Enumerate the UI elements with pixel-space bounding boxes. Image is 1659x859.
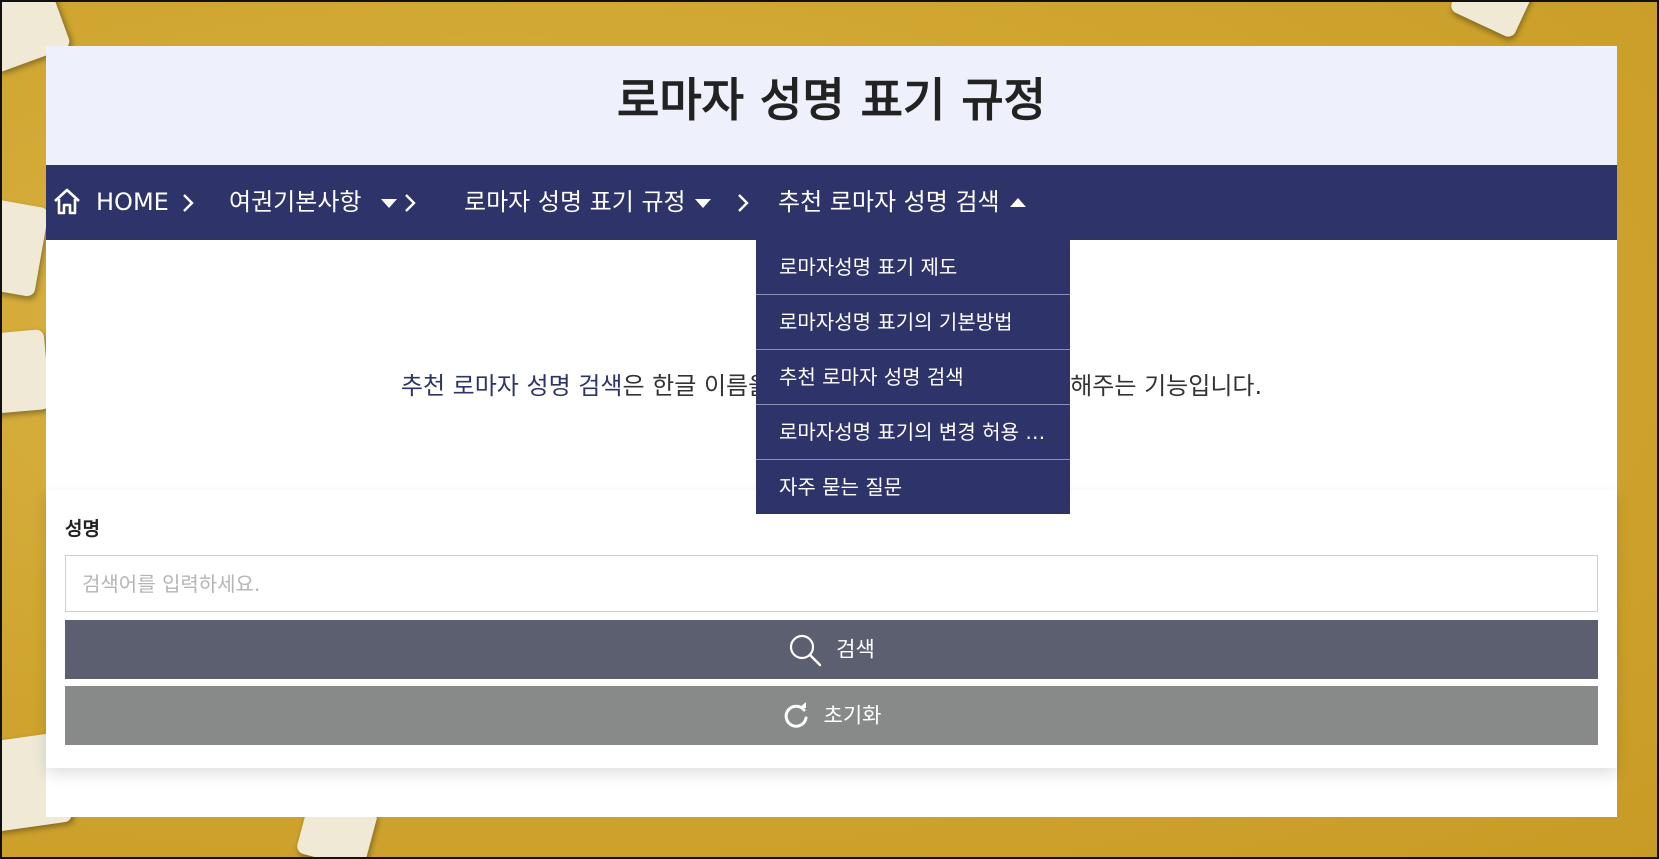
intro-text-part2: 해주는 기능입니다. bbox=[1070, 372, 1263, 400]
main-card: 로마자 성명 표기 규정 HOME 여권기본사항 로마자 성명 표기 규정 추천… bbox=[46, 46, 1617, 817]
intro-highlight: 추천 로마자 성명 검색 bbox=[400, 372, 623, 400]
breadcrumb: HOME 여권기본사항 로마자 성명 표기 규정 추천 로마자 성명 검색 bbox=[46, 165, 1617, 240]
breadcrumb-dropdown-menu: 로마자성명 표기 제도 로마자성명 표기의 기본방법 추천 로마자 성명 검색 … bbox=[756, 240, 1070, 514]
breadcrumb-level1[interactable]: 여권기본사항 bbox=[229, 165, 361, 240]
decorative-tile bbox=[2, 329, 51, 415]
chevron-right-icon bbox=[183, 194, 194, 212]
dropdown-item[interactable]: 로마자성명 표기 제도 bbox=[756, 240, 1070, 294]
search-panel: 성명 검색 초기화 bbox=[46, 490, 1617, 768]
breadcrumb-level2[interactable]: 로마자 성명 표기 규정 bbox=[464, 165, 686, 240]
name-search-input[interactable] bbox=[65, 555, 1598, 612]
home-icon[interactable] bbox=[52, 187, 82, 217]
chevron-right-icon bbox=[405, 194, 416, 212]
background-frame: 로마자 성명 표기 규정 HOME 여권기본사항 로마자 성명 표기 규정 추천… bbox=[0, 0, 1659, 859]
decorative-tile bbox=[2, 196, 50, 298]
decorative-tile bbox=[1448, 2, 1536, 40]
dropdown-item[interactable]: 로마자성명 표기의 기본방법 bbox=[756, 294, 1070, 349]
reset-button-label: 초기화 bbox=[823, 703, 882, 728]
caret-up-icon[interactable] bbox=[1010, 198, 1026, 207]
refresh-icon bbox=[784, 702, 808, 728]
name-field-label: 성명 bbox=[65, 518, 100, 540]
search-icon bbox=[790, 634, 822, 667]
dropdown-item[interactable]: 추천 로마자 성명 검색 bbox=[756, 349, 1070, 404]
title-banner: 로마자 성명 표기 규정 bbox=[46, 46, 1617, 165]
reset-button[interactable]: 초기화 bbox=[65, 686, 1598, 745]
chevron-right-icon bbox=[738, 194, 749, 212]
dropdown-item[interactable]: 자주 묻는 질문 bbox=[756, 459, 1070, 514]
intro-text-part1: 은 한글 이름을 bbox=[622, 372, 771, 400]
breadcrumb-level3[interactable]: 추천 로마자 성명 검색 bbox=[778, 165, 1000, 240]
search-button-label: 검색 bbox=[836, 637, 875, 662]
search-button[interactable]: 검색 bbox=[65, 620, 1598, 679]
breadcrumb-home[interactable]: HOME bbox=[96, 165, 169, 240]
page-title: 로마자 성명 표기 규정 bbox=[617, 73, 1046, 127]
dropdown-item[interactable]: 로마자성명 표기의 변경 허용 및 제한 bbox=[756, 404, 1070, 459]
caret-down-icon[interactable] bbox=[381, 199, 397, 208]
caret-down-icon[interactable] bbox=[695, 199, 711, 208]
